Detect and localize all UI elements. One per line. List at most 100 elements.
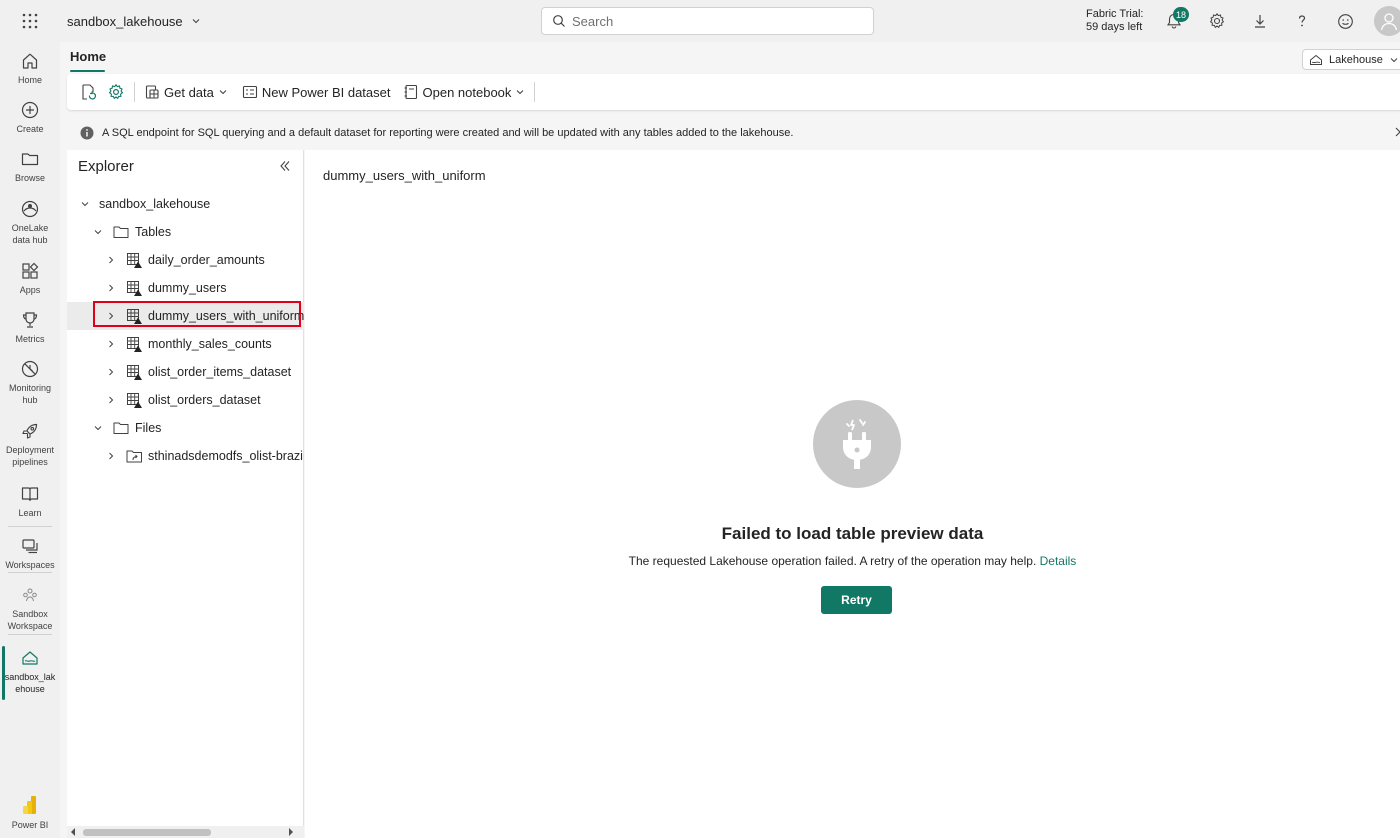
delta-table-icon [125, 335, 143, 353]
scrollbar-thumb[interactable] [83, 829, 211, 836]
tree-folder-files[interactable]: Files [67, 414, 304, 442]
app-launcher-button[interactable] [0, 0, 60, 42]
rail-divider [8, 572, 52, 573]
workspace-name: sandbox_lakehouse [67, 13, 183, 29]
rail-item-browse[interactable]: Browse [0, 149, 60, 184]
monitoring-icon [21, 360, 39, 378]
chevron-right-icon[interactable] [103, 308, 119, 324]
chevron-down-icon[interactable] [90, 420, 106, 436]
rail-item-sandbox-workspace[interactable]: Sandbox Workspace [0, 585, 60, 632]
tree-item-table[interactable]: olist_order_items_dataset [67, 358, 304, 386]
tree-item-table[interactable]: daily_order_amounts [67, 246, 304, 274]
help-button[interactable] [1292, 11, 1312, 31]
tree-item-file[interactable]: sthinadsdemodfs_olist-brazi [67, 442, 304, 470]
scroll-left-arrow-icon[interactable] [69, 828, 77, 836]
rail-item-label: Power BI [11, 820, 49, 830]
horizontal-scrollbar[interactable] [67, 826, 304, 838]
settings-button[interactable] [102, 74, 130, 110]
rail-item-monitoring-hub[interactable]: Monitoring hub [0, 359, 60, 406]
chevron-right-icon[interactable] [103, 392, 119, 408]
chevron-down-icon [517, 90, 524, 95]
info-message-text: A SQL endpoint for SQL querying and a de… [102, 127, 794, 139]
sandbox-workspace-icon [23, 588, 37, 602]
rail-item-home[interactable]: Home [0, 51, 60, 86]
rail-item-deployment-pipelines[interactable]: Deployment pipelines [0, 421, 60, 468]
rail-item-workspaces[interactable]: Workspaces [0, 536, 60, 571]
rail-item-label: Create [16, 124, 44, 134]
delta-table-icon [125, 307, 143, 325]
trial-status[interactable]: Fabric Trial: 59 days left [1086, 8, 1143, 34]
lakehouse-icon [1310, 54, 1322, 65]
ribbon-toolbar: Get data New Power BI dataset Open noteb… [67, 74, 1400, 110]
tree-item-label: sandbox_lakehouse [99, 197, 211, 211]
refresh-button[interactable] [67, 74, 102, 110]
tab-home[interactable]: Home [70, 49, 106, 64]
onelake-icon [21, 200, 39, 218]
chevron-right-icon[interactable] [103, 336, 119, 352]
tree-item-label: olist_order_items_dataset [148, 365, 292, 379]
chevron-right-icon[interactable] [103, 252, 119, 268]
avatar[interactable] [1374, 6, 1400, 36]
lakehouse-icon [22, 651, 38, 665]
chevron-right-icon[interactable] [103, 280, 119, 296]
rail-item-label: OneLake data hub [11, 223, 49, 245]
download-button[interactable] [1250, 11, 1270, 31]
retry-button[interactable]: Retry [821, 586, 892, 614]
main-area: Home Lakehouse Get data New Power BI dat… [60, 42, 1400, 838]
chevron-right-icon[interactable] [103, 364, 119, 380]
chevron-down-icon [1390, 57, 1398, 62]
search-icon [553, 15, 565, 27]
tree-item-label: monthly_sales_counts [148, 337, 272, 351]
rail-item-metrics[interactable]: Metrics [0, 310, 60, 345]
tree-item-table-selected[interactable]: dummy_users_with_uniform [67, 302, 304, 330]
search-input[interactable] [572, 13, 852, 29]
smiley-icon [1337, 13, 1353, 29]
details-link[interactable]: Details [1040, 554, 1077, 568]
chevron-down-icon[interactable] [90, 224, 106, 240]
user-icon [1380, 13, 1398, 31]
rail-item-sandbox-lakehouse[interactable]: sandbox_lakehouse [0, 648, 60, 695]
settings-button[interactable] [1207, 11, 1227, 31]
tree-item-label: sthinadsdemodfs_olist-brazi [148, 449, 303, 463]
rail-item-create[interactable]: Create [0, 100, 60, 135]
scroll-right-arrow-icon[interactable] [287, 828, 295, 836]
delta-table-icon [125, 391, 143, 409]
get-data-button[interactable]: Get data [139, 74, 233, 110]
rail-item-onelake-data-hub[interactable]: OneLake data hub [0, 199, 60, 246]
waffle-icon [22, 13, 38, 29]
tree-item-label: Files [135, 421, 162, 435]
item-type-switcher[interactable]: Lakehouse [1302, 49, 1400, 70]
trial-days-left: 59 days left [1086, 21, 1143, 33]
chevron-right-icon[interactable] [103, 448, 119, 464]
powerbi-icon [23, 796, 36, 814]
open-notebook-label: Open notebook [422, 84, 512, 100]
new-dataset-button[interactable]: New Power BI dataset [237, 74, 396, 110]
tree-item-root[interactable]: sandbox_lakehouse [67, 190, 304, 218]
info-message-bar: A SQL endpoint for SQL querying and a de… [67, 122, 1400, 144]
tree-item-table[interactable]: olist_orders_dataset [67, 386, 304, 414]
rail-item-label: Monitoring hub [8, 383, 52, 405]
delta-table-icon [125, 363, 143, 381]
tree-item-table[interactable]: monthly_sales_counts [67, 330, 304, 358]
rail-item-power-bi[interactable]: Power BI [0, 794, 60, 831]
create-icon [21, 101, 39, 119]
dismiss-info-button[interactable] [1394, 126, 1400, 138]
rail-item-label: Deployment pipelines [5, 445, 55, 467]
left-navigation-rail: Home Create Browse OneLake data hub Apps… [0, 42, 60, 838]
rail-item-label: Learn [18, 508, 42, 518]
search-box[interactable] [541, 7, 874, 35]
collapse-explorer-button[interactable] [278, 159, 292, 173]
tree-item-label: dummy_users_with_uniform [148, 309, 304, 323]
workspace-switcher[interactable]: sandbox_lakehouse [67, 14, 201, 29]
tree-item-table[interactable]: dummy_users [67, 274, 304, 302]
gear-icon [1209, 12, 1225, 29]
tree-folder-tables[interactable]: Tables [67, 218, 304, 246]
open-notebook-button[interactable]: Open notebook [398, 74, 531, 110]
feedback-button[interactable] [1335, 11, 1355, 31]
chevron-down-icon [219, 90, 227, 95]
chevron-down-icon[interactable] [77, 196, 93, 212]
trophy-icon [22, 312, 38, 328]
notification-count-badge: 18 [1173, 7, 1190, 22]
rail-item-learn[interactable]: Learn [0, 484, 60, 519]
rail-item-apps[interactable]: Apps [0, 261, 60, 296]
